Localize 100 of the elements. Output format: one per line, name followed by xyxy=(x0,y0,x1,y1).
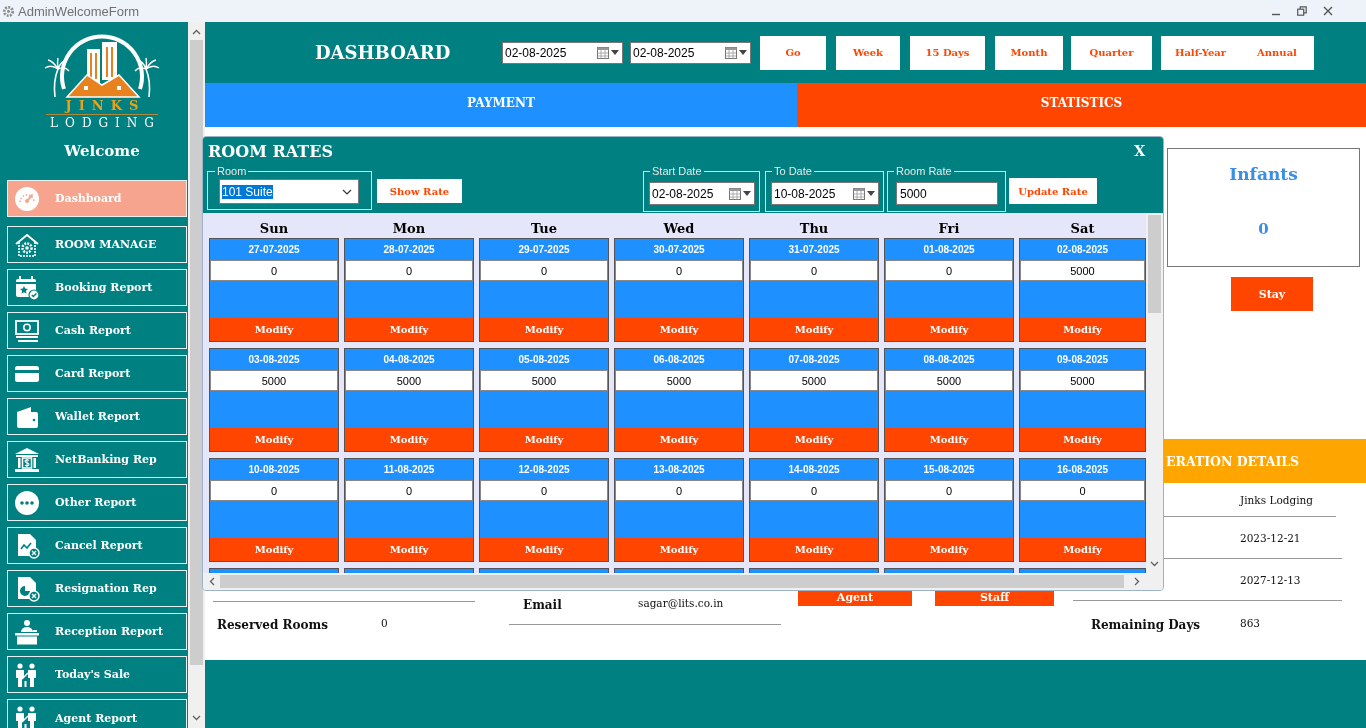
period-button[interactable]: Annual xyxy=(1240,35,1314,70)
modify-button[interactable]: Modify xyxy=(750,538,878,561)
rate-field[interactable]: 0 xyxy=(480,260,608,281)
modify-button[interactable]: Modify xyxy=(750,428,878,451)
sidebar-item[interactable]: Wallet Report xyxy=(7,398,187,435)
modify-button[interactable]: Modify xyxy=(615,428,743,451)
chevron-down-icon[interactable] xyxy=(192,715,201,721)
period-button[interactable]: Half-Year xyxy=(1161,35,1240,70)
rate-field[interactable]: 0 xyxy=(615,260,743,281)
period-button[interactable]: 15 Days xyxy=(910,35,985,70)
modify-button[interactable]: Modify xyxy=(885,318,1013,341)
period-button[interactable]: Week xyxy=(836,35,900,70)
rate-field[interactable]: 0 xyxy=(885,480,1013,501)
date-field[interactable]: 10-08-2025 xyxy=(771,182,879,205)
close-button[interactable]: X xyxy=(1134,143,1145,159)
dropdown-arrow-icon[interactable] xyxy=(867,191,875,196)
modify-button[interactable]: Modify xyxy=(345,428,473,451)
dropdown-arrow-icon[interactable] xyxy=(739,50,747,55)
modify-button[interactable]: Modify xyxy=(885,428,1013,451)
rate-field[interactable]: 0 xyxy=(1020,480,1145,501)
room-select[interactable]: 101 Suite xyxy=(219,179,359,204)
modify-button[interactable]: Modify xyxy=(210,318,338,341)
restore-icon[interactable] xyxy=(1297,6,1307,16)
calendar-icon[interactable] xyxy=(729,187,741,200)
rate-field[interactable]: 0 xyxy=(480,480,608,501)
sidebar-item[interactable]: Card Report xyxy=(7,355,187,392)
rate-field[interactable]: 0 xyxy=(210,260,338,281)
sidebar-item[interactable]: Agent Report xyxy=(7,699,187,728)
modify-button[interactable]: Modify xyxy=(480,428,608,451)
sidebar-item[interactable]: Resignation Rep xyxy=(7,570,187,607)
rate-field[interactable]: 5000 xyxy=(885,370,1013,391)
rate-input[interactable]: 5000 xyxy=(896,182,998,205)
calendar-icon[interactable] xyxy=(853,187,865,200)
logo-name: JINKS xyxy=(65,99,146,113)
date-field[interactable]: 02-08-2025 xyxy=(502,41,623,64)
calendar-icon[interactable] xyxy=(725,46,737,59)
sidebar-item[interactable]: NetBanking Rep xyxy=(7,441,187,478)
date-field[interactable]: 02-08-2025 xyxy=(630,41,751,64)
chevron-down-icon[interactable] xyxy=(342,188,352,195)
stay-button[interactable]: Stay xyxy=(1231,277,1313,311)
modify-button[interactable]: Modify xyxy=(345,538,473,561)
rate-field[interactable]: 0 xyxy=(210,480,338,501)
modify-button[interactable]: Modify xyxy=(210,428,338,451)
chevron-down-icon[interactable] xyxy=(1150,561,1159,567)
rate-field[interactable]: 5000 xyxy=(210,370,338,391)
rate-field[interactable]: 5000 xyxy=(480,370,608,391)
rate-field[interactable]: 5000 xyxy=(1020,370,1145,391)
scrollbar-thumb[interactable] xyxy=(220,575,1124,588)
rate-field[interactable]: 0 xyxy=(750,480,878,501)
rate-field[interactable]: 5000 xyxy=(1020,260,1145,281)
rate-field[interactable]: 0 xyxy=(750,260,878,281)
modify-button[interactable]: Modify xyxy=(615,318,743,341)
update-rate-button[interactable]: Update Rate xyxy=(1009,178,1097,204)
group-label: To Date xyxy=(773,165,813,178)
detail-label: Remaining Days xyxy=(1091,617,1201,632)
chevron-left-icon[interactable] xyxy=(209,577,215,586)
calendar-icon[interactable] xyxy=(597,46,609,59)
rate-field[interactable]: 0 xyxy=(885,260,1013,281)
modify-button[interactable]: Modify xyxy=(480,538,608,561)
sidebar-item[interactable]: ROOM MANAGE xyxy=(7,226,187,263)
date-field[interactable]: 02-08-2025 xyxy=(649,182,755,205)
scrollbar-thumb[interactable] xyxy=(1148,215,1161,313)
modify-button[interactable]: Modify xyxy=(615,538,743,561)
rate-field[interactable]: 5000 xyxy=(345,370,473,391)
modify-button[interactable]: Modify xyxy=(1020,428,1145,451)
rate-field[interactable]: 0 xyxy=(345,260,473,281)
close-icon[interactable] xyxy=(1323,6,1333,16)
weekday-label: Tue xyxy=(530,221,558,237)
sidebar-item[interactable]: Reception Report xyxy=(7,613,187,650)
field-label: Reserved Rooms xyxy=(217,617,328,632)
rate-field[interactable]: 5000 xyxy=(615,370,743,391)
modify-button[interactable]: Modify xyxy=(345,318,473,341)
sidebar-item[interactable]: Cash Report xyxy=(7,312,187,349)
window-title: AdminWelcomeForm xyxy=(18,3,140,19)
modify-button[interactable]: Modify xyxy=(1020,318,1145,341)
tab[interactable]: STATISTICS xyxy=(797,83,1366,127)
period-button[interactable]: Month xyxy=(995,35,1063,70)
chevron-up-icon[interactable] xyxy=(192,29,201,35)
sidebar-item[interactable]: Today's Sale xyxy=(7,656,187,693)
period-button[interactable]: Quarter xyxy=(1071,35,1152,70)
cell-date: 03-08-2025 xyxy=(248,354,300,365)
cell-date: 02-08-2025 xyxy=(1056,244,1109,255)
tab[interactable]: PAYMENT xyxy=(205,83,797,127)
rate-field[interactable]: 0 xyxy=(615,480,743,501)
period-button[interactable]: Go xyxy=(760,35,826,70)
show-rate-button[interactable]: Show Rate xyxy=(377,179,462,203)
sidebar-item[interactable]: Other Report xyxy=(7,484,187,521)
sidebar-item[interactable]: Cancel Report xyxy=(7,527,187,564)
modify-button[interactable]: Modify xyxy=(480,318,608,341)
rate-field[interactable]: 5000 xyxy=(750,370,878,391)
modify-button[interactable]: Modify xyxy=(750,318,878,341)
chevron-right-icon[interactable] xyxy=(1134,577,1140,586)
dropdown-arrow-icon[interactable] xyxy=(743,191,751,196)
sidebar-item[interactable]: Booking Report xyxy=(7,269,187,306)
rate-field[interactable]: 0 xyxy=(345,480,473,501)
dropdown-arrow-icon[interactable] xyxy=(611,50,619,55)
modify-button[interactable]: Modify xyxy=(210,538,338,561)
detail-value: 2027-12-13 xyxy=(1240,573,1301,586)
modify-button[interactable]: Modify xyxy=(885,538,1013,561)
modify-button[interactable]: Modify xyxy=(1020,538,1145,561)
